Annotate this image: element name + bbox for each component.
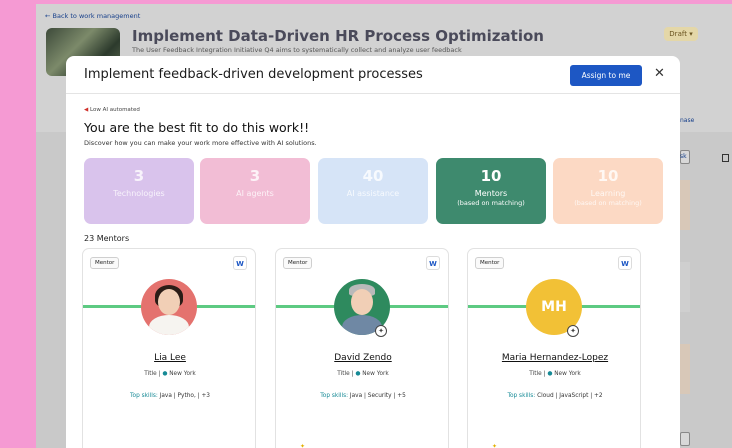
mentor-modal: Implement feedback-driven development pr… [66,56,680,448]
mentor-title: Title [529,371,542,377]
mentor-location: New York [362,371,389,377]
assign-to-me-button[interactable]: Assign to me [570,65,642,86]
stat-label: Technologies [113,189,165,198]
skills-label: Top skills: [320,393,349,399]
status-dropdown[interactable]: Draft ▾ [664,27,698,41]
header-divider [66,93,680,94]
workday-icon: W [618,256,632,270]
stat-number: 40 [362,167,384,185]
workday-icon: W [426,256,440,270]
avatar-face [351,289,373,315]
skills-label: Top skills: [507,393,536,399]
stat-card-ai-agents[interactable]: 3 AI agents [200,158,310,224]
mentor-card[interactable]: Mentor W ✦ David Zendo Title | ● New Yor… [275,248,449,448]
mentor-title: Title [337,371,350,377]
mentor-skills: Top skills: Java | Security | +5 [276,393,448,399]
background-row [680,262,690,312]
stat-card-learning[interactable]: 10 Learning (based on matching) [553,158,663,224]
stat-number: 3 [133,167,145,185]
mentor-name[interactable]: Lia Lee [83,353,255,363]
mentor-tag: Mentor [90,257,120,269]
stat-label: Mentors [474,189,508,198]
avatar-body [149,315,189,335]
sparkle-icon: ✦ [492,443,498,448]
mentor-count: 23 Mentors [84,234,130,243]
skills-label: Top skills: [130,393,158,399]
background-button [680,432,690,446]
mentor-tag: Mentor [475,257,505,269]
mentor-title: Title [144,371,157,377]
background-row [680,180,690,230]
subheadline: Discover how you can make your work more… [84,139,317,147]
mentor-meta: Title | ● New York [144,371,196,377]
work-title: Implement Data-Driven HR Process Optimiz… [132,27,544,45]
stat-label: AI agents [236,189,274,198]
mentor-name[interactable]: Maria Hernandez-Lopez [468,353,640,363]
modal-title: Implement feedback-driven development pr… [84,67,423,82]
stat-sublabel: (based on matching) [574,199,642,207]
mentor-card[interactable]: Mentor W MH ✦ Maria Hernandez-Lopez Titl… [467,248,641,448]
headline: You are the best fit to do this work!! [84,120,310,135]
stat-card-ai-assistance[interactable]: 40 AI assistance [318,158,428,224]
mentor-meta: Title | ● New York [529,371,581,377]
skills-list: Java | Pytho, | +3 [159,393,210,399]
close-icon[interactable]: ✕ [654,66,665,81]
avatar [141,279,197,335]
stat-sublabel: (based on matching) [457,199,525,207]
stat-number: 10 [480,167,502,185]
skills-list: Java | Security | +5 [349,393,406,399]
mentor-location: New York [554,371,581,377]
stat-card-mentors[interactable]: 10 Mentors (based on matching) [436,158,546,224]
automation-label: Low AI automated [89,107,140,113]
sparkle-icon: ✦ [300,443,306,448]
background-button-fragment: sk [680,153,687,160]
mentor-meta: Title | ● New York [337,371,389,377]
stat-number: 10 [597,167,619,185]
mentor-name[interactable]: David Zendo [276,353,448,363]
award-icon: ✦ [375,325,387,337]
workday-icon: W [233,256,247,270]
background-tab-fragment: nase [680,117,695,124]
status-label: Draft [669,30,687,38]
stat-number: 3 [249,167,261,185]
chevron-down-icon: ▾ [689,30,693,38]
mentor-location: New York [169,371,196,377]
location-pin-icon: ● [355,371,361,377]
stat-card-technologies[interactable]: 3 Technologies [84,158,194,224]
mentor-card[interactable]: Mentor W Lia Lee Title | ● New York Top … [82,248,256,448]
mentor-skills: Top skills: Cloud | JavaScript | +2 [468,393,640,399]
location-pin-icon: ● [162,371,168,377]
work-subtitle: The User Feedback Integration Initiative… [132,46,462,54]
mentor-tag: Mentor [283,257,313,269]
stat-label: AI assistance [346,189,400,198]
mentor-skills: Top skills: Java | Pytho, | +3 [83,393,255,399]
automation-icon: ◀ [84,107,89,113]
avatar-face [158,289,180,315]
back-link[interactable]: ← Back to work management [45,12,140,20]
skills-list: Cloud | JavaScript | +2 [537,393,603,399]
background-row [680,344,690,394]
automation-badge: ◀ Low AI automated [84,107,140,113]
location-pin-icon: ● [547,371,553,377]
stat-label: Learning [590,189,626,198]
panel-toggle-icon[interactable] [722,154,729,162]
award-icon: ✦ [567,325,579,337]
